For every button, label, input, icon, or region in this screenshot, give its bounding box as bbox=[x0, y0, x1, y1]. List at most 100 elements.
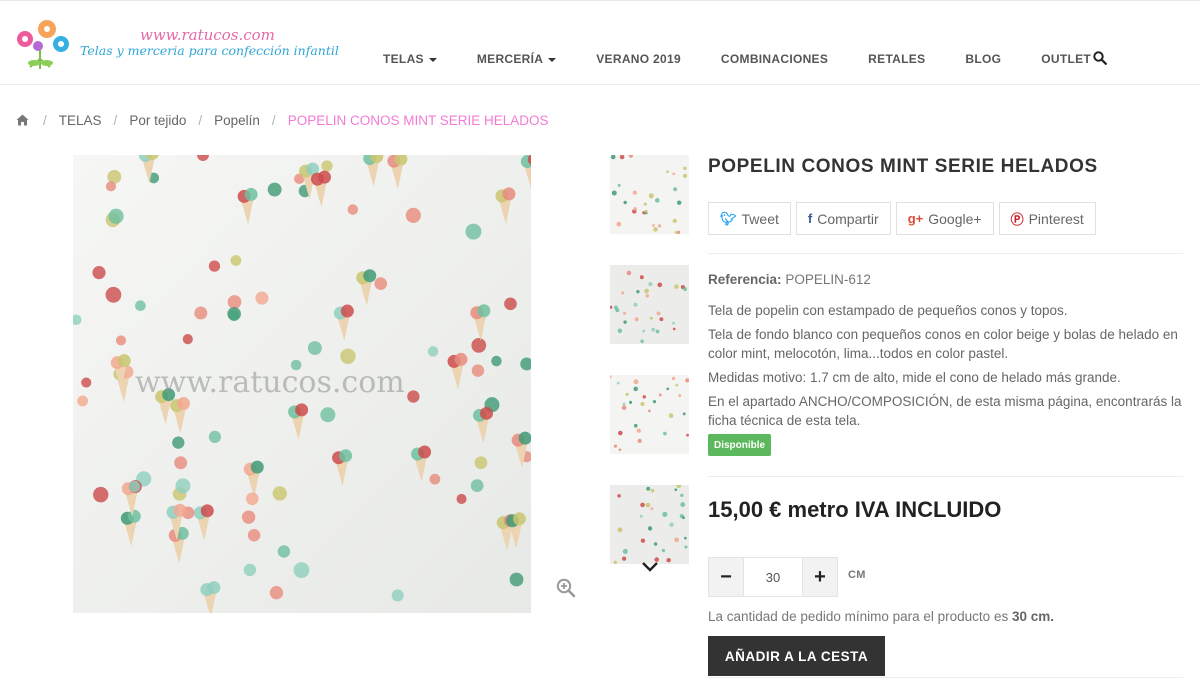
polka-dot bbox=[208, 430, 221, 444]
nav-item-outlet[interactable]: OUTLET bbox=[1041, 52, 1091, 66]
thumbnail-dot bbox=[618, 448, 622, 452]
nav-item-telas[interactable]: TELAS bbox=[383, 52, 437, 66]
polka-dot bbox=[272, 486, 287, 501]
thumbnail-dot bbox=[649, 316, 653, 320]
chevron-down-icon[interactable] bbox=[641, 561, 659, 573]
description-paragraph: Medidas motivo: 1.7 cm de alto, mide el … bbox=[708, 370, 1121, 385]
thumbnail-dot bbox=[682, 173, 688, 179]
twitter-icon: 🐦︎ bbox=[720, 210, 737, 226]
thumbnail-dot bbox=[650, 507, 654, 511]
polka-dot bbox=[427, 346, 439, 357]
breadcrumb-separator: / bbox=[43, 112, 47, 128]
caret-down-icon bbox=[548, 57, 557, 62]
polka-dot bbox=[405, 207, 421, 223]
thumbnail-dot bbox=[648, 281, 653, 287]
pinterest-button[interactable]: Ⓟ Pinterest bbox=[998, 202, 1096, 235]
tweet-button[interactable]: 🐦︎ Tweet bbox=[708, 202, 791, 235]
fabric-pattern-image: www.ratucos.com bbox=[73, 155, 531, 613]
thumbnail-background bbox=[610, 375, 689, 454]
scoop-shape bbox=[480, 406, 494, 420]
thumbnail-dot bbox=[621, 291, 625, 295]
nav-item-blog[interactable]: BLOG bbox=[965, 52, 1001, 66]
thumbnail-dot bbox=[666, 557, 671, 563]
quantity-increase-button[interactable]: + bbox=[803, 558, 837, 596]
home-icon[interactable] bbox=[16, 114, 29, 126]
thumbnail-image bbox=[610, 375, 689, 454]
polka-dot bbox=[340, 348, 356, 365]
thumbnail-dot bbox=[622, 402, 626, 406]
thumbnail-dot bbox=[622, 311, 627, 315]
quantity-decrease-button[interactable]: − bbox=[709, 558, 743, 596]
product-main-image[interactable]: www.ratucos.com bbox=[73, 155, 531, 613]
quantity-input[interactable] bbox=[743, 558, 803, 596]
thumbnail-dot bbox=[673, 187, 678, 192]
thumbnail-dot bbox=[639, 275, 644, 280]
scoop-shape bbox=[418, 445, 432, 459]
thumbnail-dot bbox=[623, 320, 627, 324]
google-plus-button[interactable]: g+ Google+ bbox=[895, 202, 994, 235]
thumbnail-dot bbox=[639, 514, 643, 518]
nav-item-retales[interactable]: RETALES bbox=[868, 52, 925, 66]
thumbnail-dot bbox=[621, 556, 627, 561]
site-logo[interactable]: www.ratucos.com Telas y merceria para co… bbox=[14, 19, 339, 71]
divider bbox=[708, 253, 1183, 254]
facebook-share-button[interactable]: f Compartir bbox=[795, 202, 891, 235]
polka-dot bbox=[471, 338, 487, 353]
thumbnail-dot bbox=[674, 284, 679, 289]
availability-badge: Disponible bbox=[708, 434, 772, 456]
polka-dot bbox=[241, 510, 256, 524]
zoom-in-icon[interactable] bbox=[556, 578, 576, 598]
polka-dot bbox=[77, 395, 89, 407]
thumbnail-dot bbox=[648, 193, 654, 199]
thumbnail-dot bbox=[652, 399, 657, 404]
polka-dot bbox=[456, 493, 467, 505]
description-paragraph: Tela de popelin con estampado de pequeño… bbox=[708, 303, 1068, 318]
search-icon[interactable] bbox=[1093, 51, 1107, 65]
scoop-shape bbox=[317, 170, 331, 184]
breadcrumb-link-por-tejido[interactable]: Por tejido bbox=[129, 113, 186, 128]
thumbnail-2[interactable] bbox=[610, 265, 689, 344]
caret-down-icon bbox=[428, 57, 437, 62]
thumbnail-dot bbox=[659, 317, 664, 322]
thumbnail-dot bbox=[617, 183, 621, 187]
scoop-shape bbox=[512, 512, 526, 526]
thumbnail-dot bbox=[669, 522, 674, 527]
thumbnail-dot bbox=[622, 548, 628, 555]
add-to-cart-button[interactable]: AÑADIR A LA CESTA bbox=[708, 636, 885, 676]
reference-label: Referencia: bbox=[708, 272, 782, 287]
thumbnail-dot bbox=[647, 526, 653, 531]
polka-dot bbox=[391, 589, 404, 602]
thumbnail-dot bbox=[618, 430, 623, 436]
breadcrumb-link-popelin[interactable]: Popelín bbox=[214, 113, 260, 128]
polka-dot bbox=[194, 306, 208, 320]
polka-dot bbox=[208, 260, 221, 272]
thumbnail-dot bbox=[648, 409, 651, 413]
thumbnail-4[interactable] bbox=[610, 485, 689, 564]
nav-item-merceria[interactable]: MERCERÍA bbox=[477, 52, 557, 66]
scoop-shape bbox=[200, 504, 214, 518]
share-label: Google+ bbox=[928, 210, 982, 227]
thumbnail-dot bbox=[642, 395, 646, 399]
thumbnail-dot bbox=[662, 511, 668, 517]
thumbnail-image bbox=[610, 155, 689, 234]
thumbnail-dot bbox=[651, 327, 656, 332]
main-nav: TELAS MERCERÍA VERANO 2019 COMBINACIONES… bbox=[383, 51, 1131, 67]
minimum-quantity-note: La cantidad de pedido mínimo para el pro… bbox=[708, 609, 1054, 624]
thumbnail-background bbox=[610, 485, 689, 564]
thumbnail-dot bbox=[636, 428, 641, 433]
scoop-shape bbox=[207, 581, 221, 595]
breadcrumb-link-telas[interactable]: TELAS bbox=[59, 113, 102, 128]
thumbnail-dot bbox=[633, 386, 639, 392]
polka-dot bbox=[230, 255, 242, 266]
scoop-shape bbox=[295, 403, 309, 417]
polka-dot bbox=[293, 562, 310, 579]
thumbnail-dot bbox=[642, 329, 646, 333]
thumbnail-1[interactable] bbox=[610, 155, 689, 234]
polka-dot bbox=[429, 473, 441, 485]
scoop-shape bbox=[244, 187, 258, 201]
nav-item-verano-2019[interactable]: VERANO 2019 bbox=[596, 52, 681, 66]
polka-dot bbox=[491, 355, 502, 367]
thumbnail-3[interactable] bbox=[610, 375, 689, 454]
nav-item-combinaciones[interactable]: COMBINACIONES bbox=[721, 52, 828, 66]
reference-value: POPELIN-612 bbox=[785, 272, 871, 287]
